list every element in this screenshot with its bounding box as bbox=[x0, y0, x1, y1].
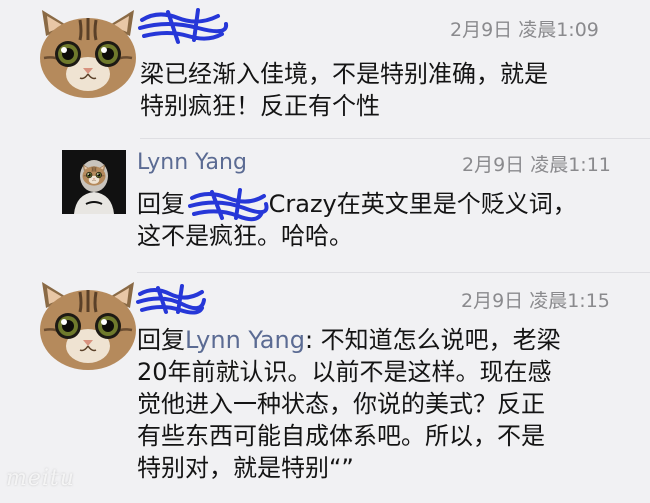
comment-text-line: 有些东西可能自成体系吧。所以，不是 bbox=[137, 422, 545, 450]
comment-time: 2月9日 凌晨1:15 bbox=[461, 290, 610, 312]
comment-text-line: 这不是疯狂。哈哈。 bbox=[137, 222, 353, 250]
redaction-scribble bbox=[136, 284, 206, 315]
comment-text-line: 觉他进入一种状态，你说的美式？反正 bbox=[137, 390, 545, 418]
comment-text-line: Crazy在英文里是个贬义词， bbox=[261, 190, 577, 218]
comment-text-line: 特别对，就是特别“” bbox=[137, 454, 354, 482]
comment-text-line: 梁已经渐入佳境，不是特别准确，就是 bbox=[140, 60, 548, 88]
comment-author[interactable]: Lynn Yang bbox=[137, 149, 247, 177]
avatar[interactable] bbox=[62, 150, 126, 214]
redaction-scribble bbox=[138, 8, 229, 44]
comment-text[interactable]: 梁已经渐入佳境，不是特别准确，就是 特别疯狂！反正有个性 bbox=[140, 58, 630, 122]
person-avatar-icon bbox=[62, 150, 126, 214]
cat-avatar-icon bbox=[38, 8, 138, 100]
comment-text-line: 20年前就认识。以前不是这样。现在感 bbox=[137, 358, 552, 386]
reply-prefix: 回复 bbox=[137, 326, 185, 354]
comment-time: 2月9日 凌晨1:11 bbox=[462, 154, 611, 176]
avatar[interactable] bbox=[38, 280, 138, 372]
avatar[interactable] bbox=[38, 8, 138, 100]
reply-prefix: 回复 bbox=[137, 190, 185, 218]
comment-3: 2月9日 凌晨1:15 回复Lynn Yang: 不知道怎么说吧，老梁 20年前… bbox=[0, 274, 650, 503]
comment-1: 2月9日 凌晨1:09 梁已经渐入佳境，不是特别准确，就是 特别疯狂！反正有个性 bbox=[0, 0, 650, 136]
comment-time: 2月9日 凌晨1:09 bbox=[450, 19, 599, 41]
comment-text-line: : 不知道怎么说吧，老梁 bbox=[304, 326, 561, 354]
cat-avatar-icon bbox=[38, 280, 138, 372]
reply-target-name[interactable]: Lynn Yang bbox=[185, 326, 305, 354]
comment-text[interactable]: 回复Lynn Yang: 不知道怎么说吧，老梁 20年前就认识。以前不是这样。现… bbox=[137, 324, 637, 484]
comment-text-line: 特别疯狂！反正有个性 bbox=[140, 92, 380, 120]
comment-2: Lynn Yang 2月9日 凌晨1:11 回复 Crazy在英文里是个贬义词，… bbox=[0, 140, 650, 270]
comment-text[interactable]: 回复 Crazy在英文里是个贬义词， 这不是疯狂。哈哈。 bbox=[137, 188, 637, 252]
divider bbox=[140, 138, 650, 139]
watermark: meitu bbox=[6, 466, 75, 491]
divider bbox=[137, 272, 650, 273]
